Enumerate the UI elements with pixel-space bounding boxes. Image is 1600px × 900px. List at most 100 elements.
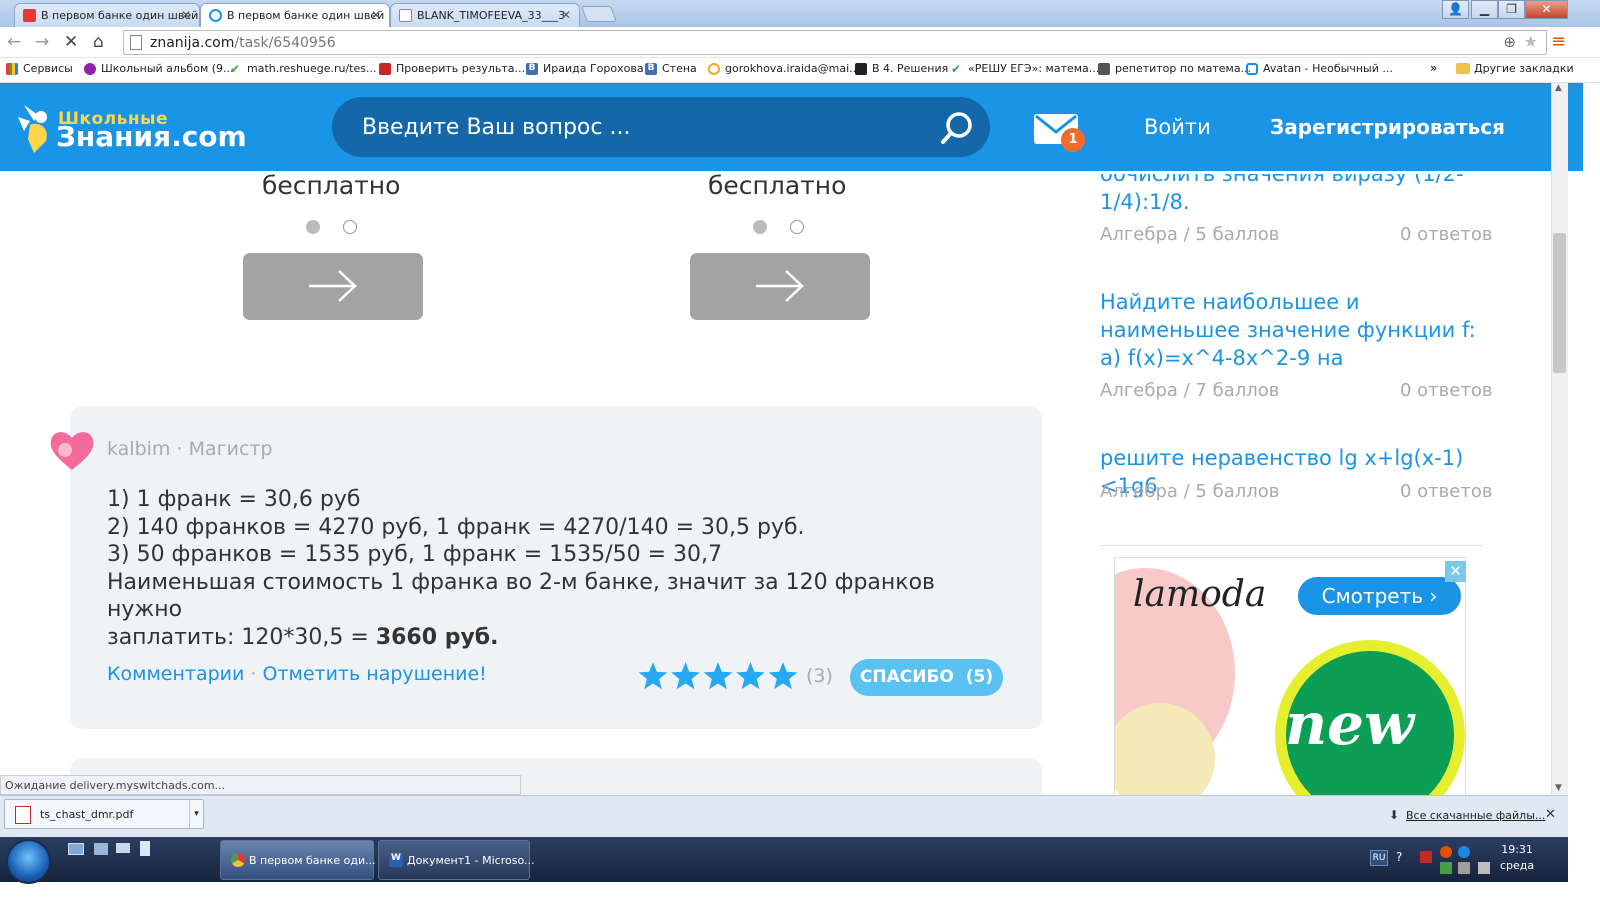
carousel-dot-active[interactable] xyxy=(306,220,320,234)
help-icon[interactable]: ? xyxy=(1396,850,1402,864)
question-search-bar[interactable]: Введите Ваш вопрос ... xyxy=(332,97,990,157)
bookmark-item[interactable]: репетитор по матема... xyxy=(1098,62,1251,75)
register-link[interactable]: Зарегистрироваться xyxy=(1270,115,1505,139)
url-text[interactable]: znanija.com/task/6540956 xyxy=(150,35,336,51)
rating-star-icon[interactable] xyxy=(703,662,733,690)
profile-icon[interactable]: 👤 xyxy=(1442,0,1469,19)
bookmark-services[interactable]: Сервисы xyxy=(6,62,73,75)
taskbar-word-window[interactable]: W Документ1 - Microso... xyxy=(378,840,534,880)
restore-icon[interactable]: ❐ xyxy=(1498,0,1525,19)
other-bookmarks[interactable]: Другие закладки xyxy=(1456,62,1574,75)
rating-star-icon[interactable] xyxy=(671,662,700,690)
language-indicator[interactable]: RU xyxy=(1370,850,1388,866)
scroll-down-icon[interactable]: ▼ xyxy=(1555,783,1562,793)
promo-next-button[interactable] xyxy=(690,253,870,320)
promo-next-button[interactable] xyxy=(243,253,423,320)
vk-icon: В xyxy=(645,63,657,75)
question-link[interactable]: Найдите наибольшее и наименьшее значение… xyxy=(1100,288,1500,372)
comments-link[interactable]: Комментарии xyxy=(107,663,244,685)
question-subject[interactable]: Алгебра xyxy=(1100,380,1178,401)
answer-author[interactable]: kalbim · Магистр xyxy=(107,438,273,460)
bookmark-item[interactable]: В 4. Решения xyxy=(855,62,948,75)
home-icon[interactable]: ⌂ xyxy=(93,32,104,52)
rating-star-icon[interactable] xyxy=(768,662,798,690)
search-placeholder[interactable]: Введите Ваш вопрос ... xyxy=(362,115,630,140)
bookmark-star-icon[interactable]: ★ xyxy=(1524,32,1538,51)
bookmark-item[interactable]: ✔ «РЕШУ ЕГЭ»: матема... xyxy=(951,62,1099,75)
login-link[interactable]: Войти xyxy=(1144,115,1211,139)
ad-cta-button[interactable]: Смотреть › xyxy=(1298,577,1461,615)
rating-stars[interactable] xyxy=(637,660,802,692)
network-icon[interactable] xyxy=(1458,862,1470,874)
browser-tab-2-active[interactable]: В первом банке один швей ✕ xyxy=(200,3,390,28)
bookmark-item[interactable]: gorokhova.iraida@mai... xyxy=(708,62,860,75)
close-window-icon[interactable]: ✕ xyxy=(1525,0,1568,19)
tray-icon[interactable] xyxy=(1458,846,1470,858)
system-clock[interactable]: 19:31 среда xyxy=(1500,842,1534,874)
download-item[interactable]: ts_chast_dmr.pdf ▾ xyxy=(4,799,204,829)
question-subject[interactable]: Алгебра xyxy=(1100,224,1178,245)
close-downloads-icon[interactable]: ✕ xyxy=(1545,807,1556,822)
forward-arrow-icon[interactable]: → xyxy=(35,32,49,52)
all-downloads-link[interactable]: Все скачанные файлы... xyxy=(1406,809,1545,822)
bookmark-item[interactable]: В Стена xyxy=(645,62,697,75)
volume-icon[interactable] xyxy=(1478,862,1490,874)
question-subject[interactable]: Алгебра xyxy=(1100,481,1178,502)
quicklaunch-icon[interactable] xyxy=(140,841,150,856)
report-link[interactable]: Отметить нарушение! xyxy=(263,663,487,685)
chevron-down-icon[interactable]: ▾ xyxy=(189,800,203,828)
bookmark-item[interactable]: ✔ math.reshuege.ru/tes... xyxy=(230,62,376,75)
user-avatar-heart-icon[interactable] xyxy=(47,428,97,472)
username[interactable]: kalbim xyxy=(107,438,170,460)
scroll-up-icon[interactable]: ▲ xyxy=(1555,83,1562,93)
page-scrollbar[interactable]: ▲ ▼ xyxy=(1551,83,1568,795)
quicklaunch-icon[interactable] xyxy=(94,843,108,855)
promo-text: бесплатно xyxy=(708,171,847,200)
stop-loading-icon[interactable]: ✕ xyxy=(64,32,78,52)
tab-title: BLANK_TIMOFEEVA_33___3 xyxy=(417,9,566,22)
address-bar[interactable]: znanija.com/task/6540956 ⊕ ★ xyxy=(123,30,1547,55)
tray-icon[interactable] xyxy=(1420,851,1432,863)
carousel-dot[interactable] xyxy=(343,220,357,234)
word-icon: W xyxy=(389,853,403,867)
bookmark-item[interactable]: В Ираида Горохова xyxy=(526,62,644,75)
minimize-icon[interactable]: ▁ xyxy=(1471,0,1498,19)
answer-line: Наименьшая стоимость 1 франка во 2-м бан… xyxy=(107,569,935,623)
avatar-icon xyxy=(1098,63,1110,75)
tab-close-icon[interactable]: ✕ xyxy=(371,8,381,22)
bookmark-label: Ираида Горохова xyxy=(543,62,644,75)
menu-icon[interactable]: ≡ xyxy=(1551,31,1566,52)
ad-close-icon[interactable]: ✕ xyxy=(1445,561,1466,582)
ad-brand-logo[interactable]: lamoda xyxy=(1133,574,1266,615)
rating-star-icon[interactable] xyxy=(736,662,765,690)
logo-rocket-icon[interactable] xyxy=(16,101,54,157)
show-desktop-icon[interactable] xyxy=(68,843,84,855)
new-tab-button[interactable] xyxy=(581,6,617,22)
document-favicon-icon xyxy=(399,9,412,22)
thanks-button[interactable]: СПАСИБО (5) xyxy=(850,659,1003,696)
site-header: Школьные Знания.com Введите Ваш вопрос .… xyxy=(0,83,1583,171)
logo-text[interactable]: Знания.com xyxy=(56,120,247,153)
tab-close-icon[interactable]: ✕ xyxy=(181,8,191,22)
quicklaunch-icon[interactable] xyxy=(116,843,130,853)
windows-start-icon[interactable] xyxy=(6,839,51,884)
bookmark-item[interactable]: Школьный альбом (9... xyxy=(84,62,234,75)
zoom-icon[interactable]: ⊕ xyxy=(1503,33,1516,51)
tray-icon[interactable] xyxy=(1440,846,1452,858)
album-icon xyxy=(84,63,96,75)
bookmarks-overflow-button[interactable]: » xyxy=(1430,61,1437,75)
browser-tab-3[interactable]: BLANK_TIMOFEEVA_33___3 ✕ xyxy=(390,3,580,27)
bookmark-item[interactable]: Проверить результа... xyxy=(379,62,525,75)
carousel-dot-active[interactable] xyxy=(753,220,767,234)
carousel-dot[interactable] xyxy=(790,220,804,234)
advertisement-banner[interactable]: lamoda Смотреть › new xyxy=(1114,557,1466,800)
tray-icon[interactable] xyxy=(1440,862,1452,874)
bookmark-item[interactable]: Avatan - Необычный ... xyxy=(1246,62,1393,75)
taskbar-chrome-window[interactable]: В первом банке оди... xyxy=(220,840,376,880)
tab-close-icon[interactable]: ✕ xyxy=(561,8,571,22)
search-icon[interactable] xyxy=(940,111,974,145)
scrollbar-thumb[interactable] xyxy=(1553,233,1566,373)
rating-star-icon[interactable] xyxy=(638,662,668,690)
browser-tab-1[interactable]: В первом банке один швей ✕ xyxy=(14,3,200,27)
back-arrow-icon[interactable]: ← xyxy=(7,32,21,52)
